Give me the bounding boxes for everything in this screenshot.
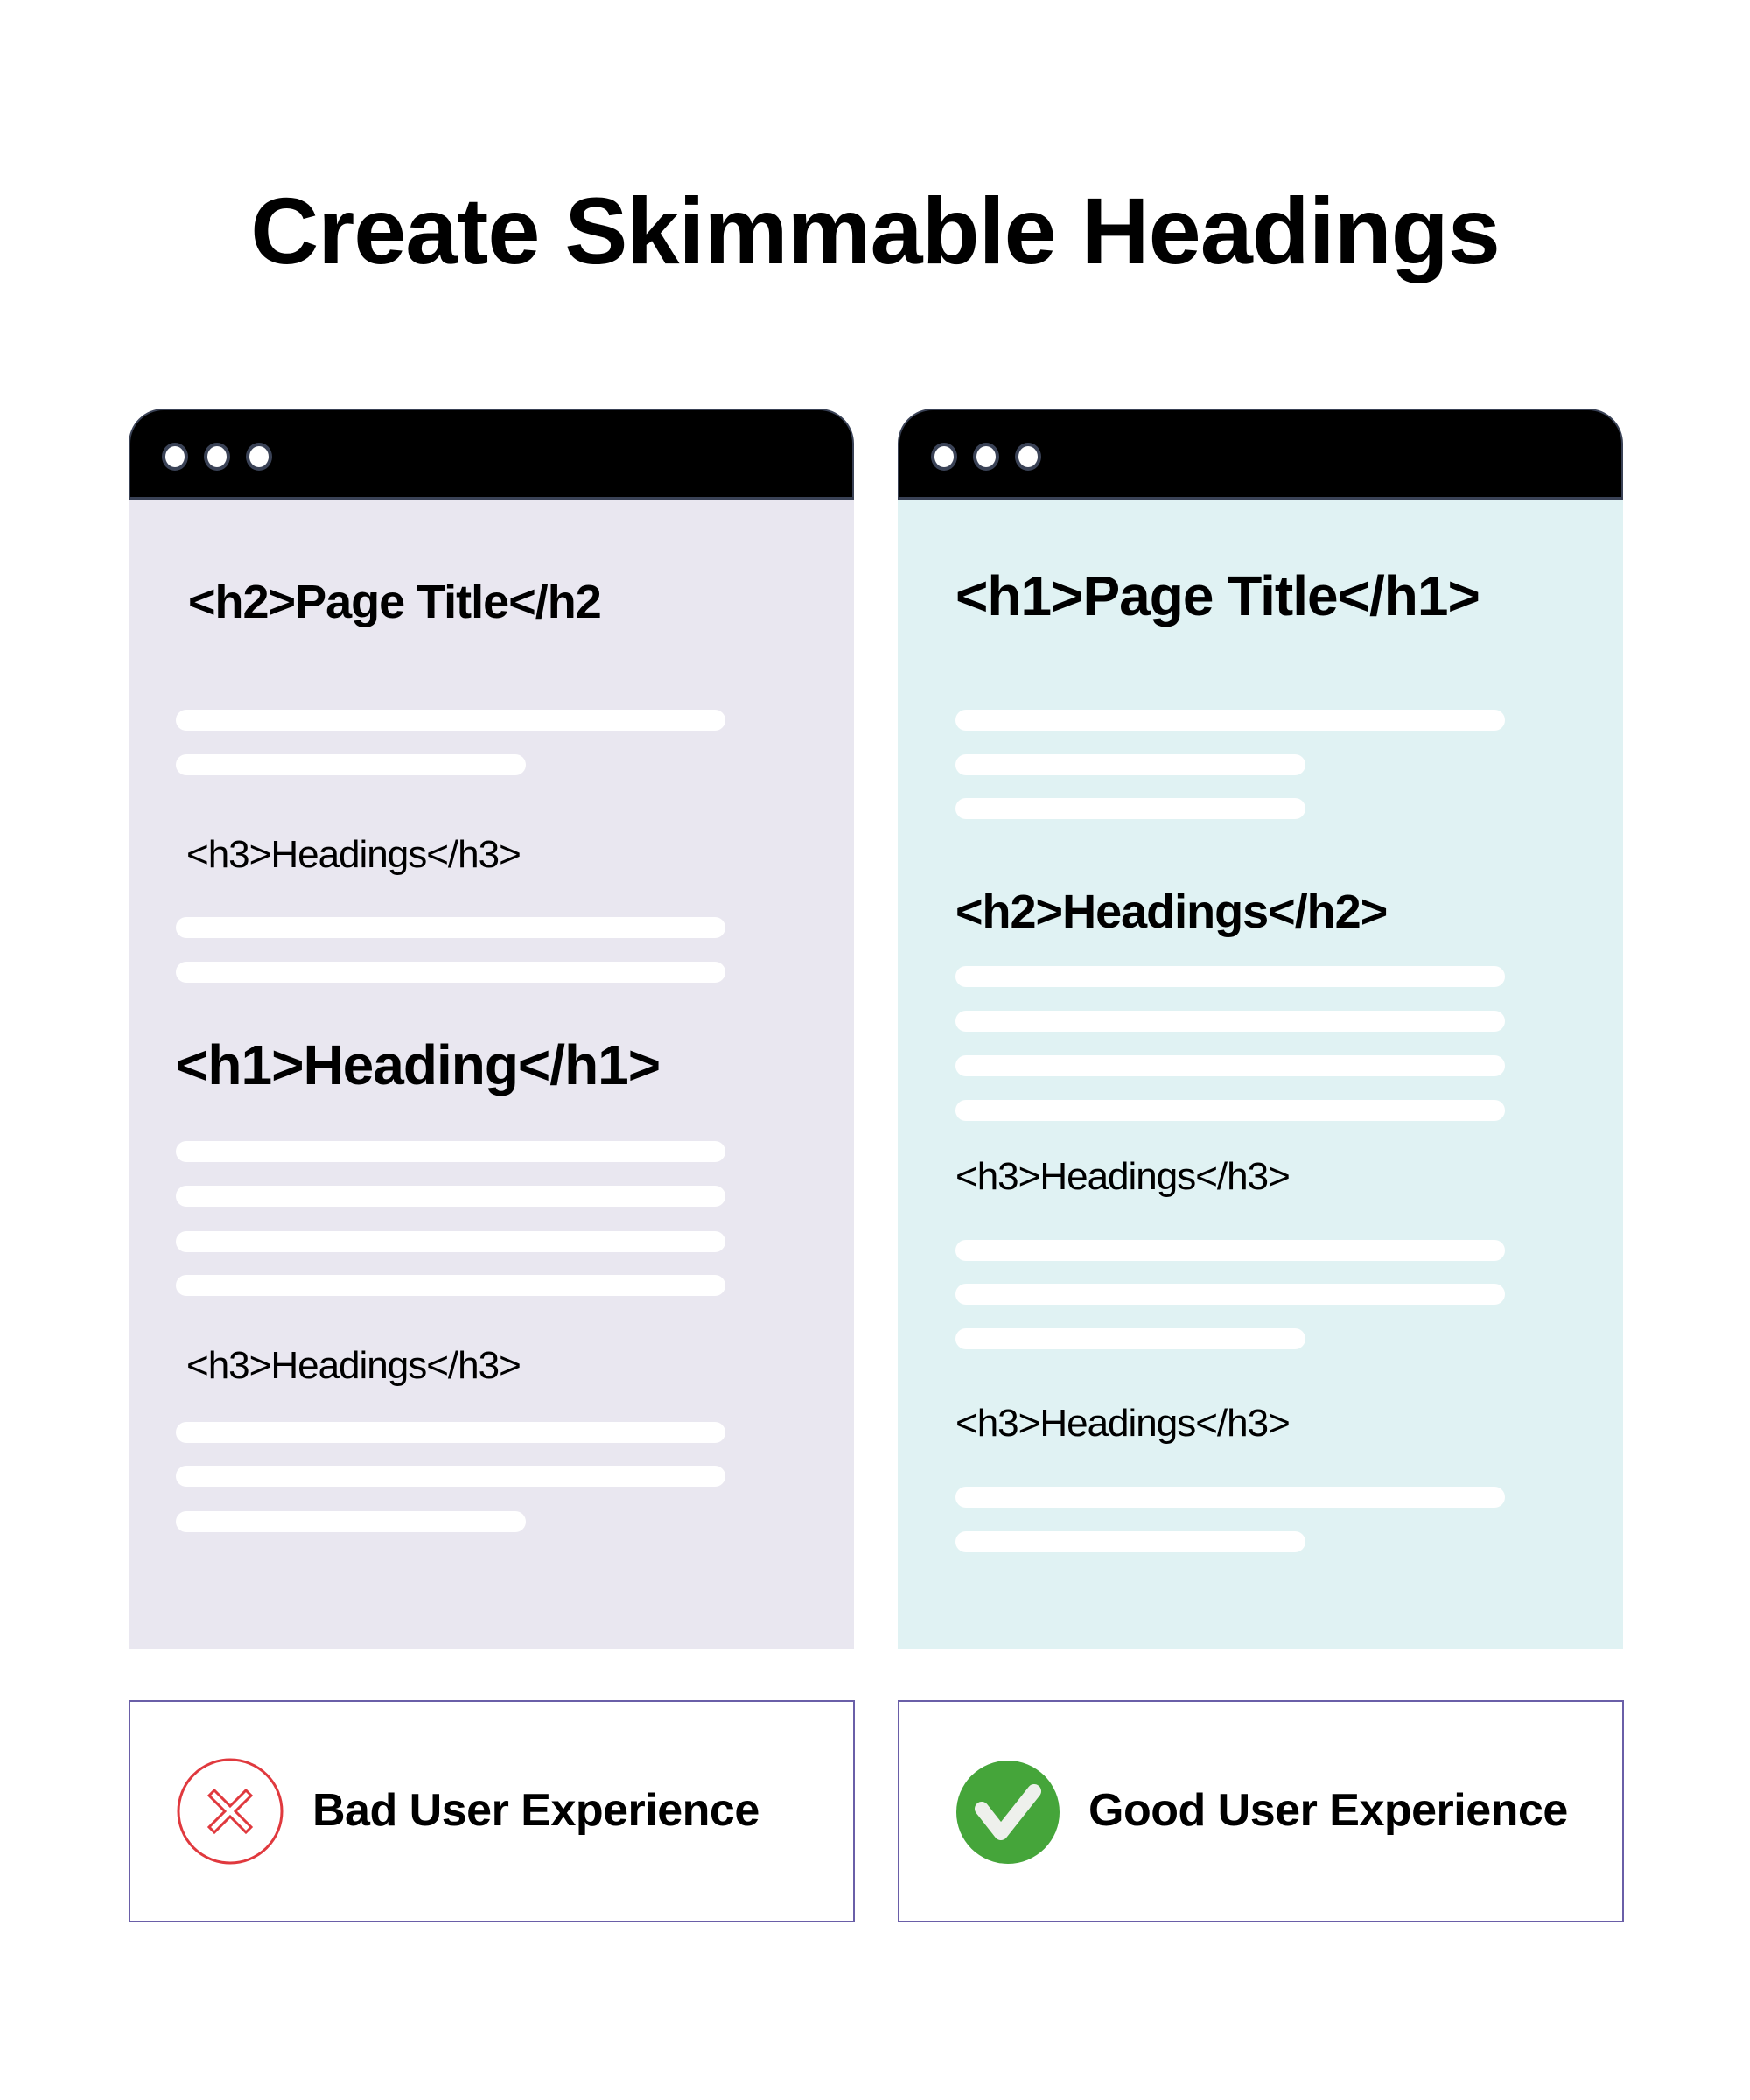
h3-heading: <h3>Headings</h3> <box>956 1402 1291 1445</box>
page-content: <h2>Page Title</h2 <h3>Headings</h3> <h1… <box>129 500 854 1649</box>
page-title-heading: <h1>Page Title</h1> <box>956 564 1480 627</box>
page-content: <h1>Page Title</h1> <h2>Headings</h2> <h… <box>898 500 1623 1649</box>
bad-example-window: <h2>Page Title</h2 <h3>Headings</h3> <h1… <box>129 409 854 1649</box>
text-line-placeholder <box>956 710 1505 731</box>
window-dot-icon <box>931 443 957 471</box>
bad-verdict-card: Bad User Experience <box>129 1700 855 1922</box>
good-example-window: <h1>Page Title</h1> <h2>Headings</h2> <h… <box>898 409 1623 1649</box>
window-dot-icon <box>204 443 230 471</box>
browser-titlebar <box>898 409 1623 500</box>
text-line-placeholder <box>956 966 1505 987</box>
x-circle-icon <box>177 1758 284 1865</box>
window-dot-icon <box>1015 443 1041 471</box>
page-title-heading: <h2>Page Title</h2 <box>188 576 602 628</box>
bad-verdict-label: Bad User Experience <box>312 1785 760 1836</box>
h3-heading: <h3>Headings</h3> <box>186 833 522 876</box>
text-line-placeholder <box>956 1531 1306 1552</box>
text-line-placeholder <box>956 1100 1505 1121</box>
text-line-placeholder <box>176 710 725 731</box>
text-line-placeholder <box>176 1422 725 1443</box>
text-line-placeholder <box>176 962 725 983</box>
text-line-placeholder <box>176 917 725 938</box>
check-circle-icon <box>956 1760 1060 1864</box>
text-line-placeholder <box>956 798 1306 819</box>
text-line-placeholder <box>956 1240 1505 1261</box>
browser-titlebar <box>129 409 854 500</box>
h1-heading: <h1>Heading</h1> <box>176 1033 661 1096</box>
text-line-placeholder <box>176 1466 725 1487</box>
text-line-placeholder <box>956 754 1306 775</box>
window-dot-icon <box>162 443 188 471</box>
text-line-placeholder <box>956 1328 1306 1349</box>
h2-heading: <h2>Headings</h2> <box>956 886 1388 938</box>
h3-heading: <h3>Headings</h3> <box>186 1344 522 1387</box>
text-line-placeholder <box>176 1511 526 1532</box>
text-line-placeholder <box>176 1275 725 1296</box>
text-line-placeholder <box>956 1011 1505 1032</box>
good-verdict-card: Good User Experience <box>898 1700 1624 1922</box>
window-dot-icon <box>246 443 272 471</box>
text-line-placeholder <box>956 1487 1505 1508</box>
text-line-placeholder <box>176 1186 725 1207</box>
text-line-placeholder <box>176 754 526 775</box>
text-line-placeholder <box>956 1284 1505 1305</box>
page-title: Create Skimmable Headings <box>250 178 1501 284</box>
text-line-placeholder <box>176 1141 725 1162</box>
text-line-placeholder <box>956 1055 1505 1076</box>
window-dot-icon <box>973 443 999 471</box>
text-line-placeholder <box>176 1231 725 1252</box>
good-verdict-label: Good User Experience <box>1088 1785 1568 1836</box>
h3-heading: <h3>Headings</h3> <box>956 1155 1291 1198</box>
